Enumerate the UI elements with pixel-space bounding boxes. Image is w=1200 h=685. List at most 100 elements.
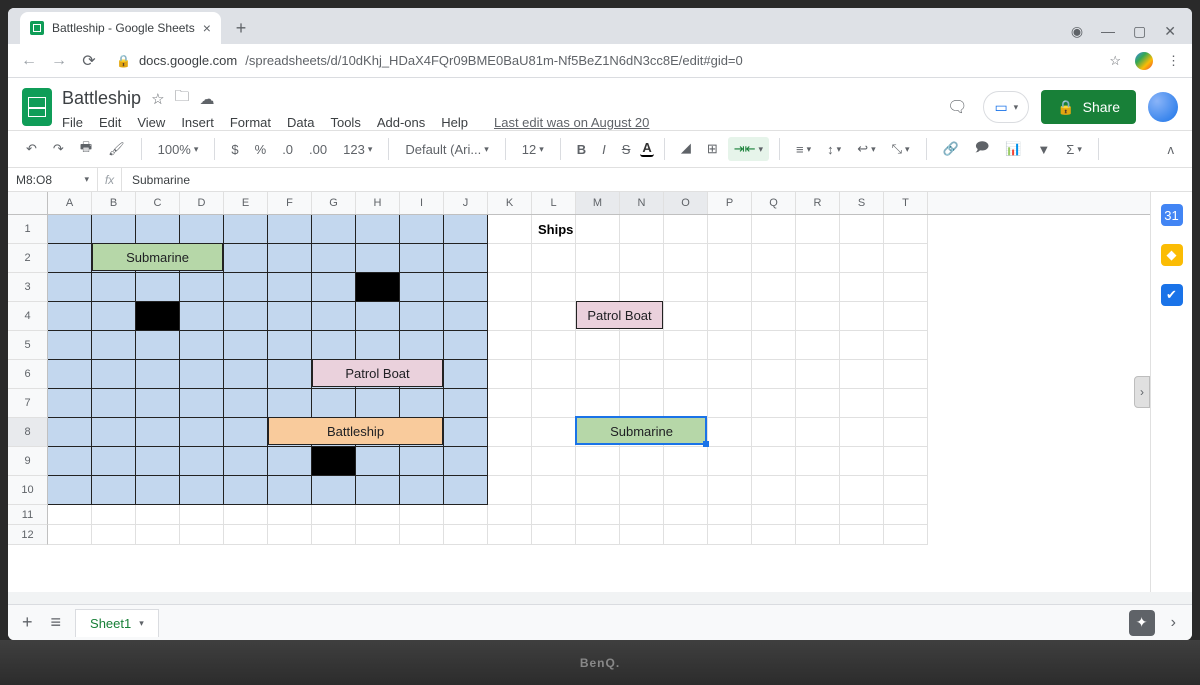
ship-battleship-board[interactable]: Battleship	[268, 417, 443, 445]
cell[interactable]	[92, 302, 136, 331]
cell[interactable]	[620, 525, 664, 545]
cell[interactable]	[752, 389, 796, 418]
cell[interactable]	[92, 447, 136, 476]
select-all-cell[interactable]	[8, 192, 48, 214]
cell[interactable]	[48, 447, 92, 476]
close-window-button[interactable]: ✕	[1164, 23, 1176, 40]
cell[interactable]	[752, 360, 796, 389]
cell[interactable]	[708, 215, 752, 244]
cell[interactable]	[488, 447, 532, 476]
cell[interactable]	[576, 447, 620, 476]
column-header[interactable]: P	[708, 192, 752, 214]
cell[interactable]	[444, 447, 488, 476]
cell[interactable]	[884, 418, 928, 447]
cell[interactable]	[884, 525, 928, 545]
cell[interactable]	[488, 418, 532, 447]
sheets-logo-icon[interactable]	[22, 88, 52, 126]
cell[interactable]	[664, 525, 708, 545]
cell[interactable]	[180, 215, 224, 244]
cell[interactable]	[664, 389, 708, 418]
side-panel-toggle-icon[interactable]: ›	[1165, 608, 1182, 638]
cell[interactable]	[92, 273, 136, 302]
cell[interactable]	[488, 505, 532, 525]
star-icon[interactable]: ☆	[151, 90, 164, 108]
cell[interactable]	[708, 476, 752, 505]
column-header[interactable]: D	[180, 192, 224, 214]
italic-button[interactable]: I	[596, 138, 612, 161]
cell[interactable]	[444, 302, 488, 331]
account-avatar[interactable]	[1148, 92, 1178, 122]
row-header[interactable]: 11	[8, 505, 48, 525]
cell[interactable]	[796, 244, 840, 273]
cell[interactable]	[576, 476, 620, 505]
column-header[interactable]: K	[488, 192, 532, 214]
cell[interactable]	[576, 360, 620, 389]
cell[interactable]	[796, 505, 840, 525]
cell[interactable]	[884, 331, 928, 360]
menu-item[interactable]: Help	[441, 115, 468, 130]
bookmark-icon[interactable]: ☆	[1109, 53, 1121, 69]
cell[interactable]	[92, 418, 136, 447]
cell[interactable]	[840, 476, 884, 505]
cell[interactable]	[884, 447, 928, 476]
cell[interactable]	[444, 215, 488, 244]
menu-item[interactable]: View	[137, 115, 165, 130]
cell[interactable]	[708, 389, 752, 418]
column-header[interactable]: L	[532, 192, 576, 214]
cell[interactable]	[796, 273, 840, 302]
decrease-decimal-button[interactable]: .0	[276, 138, 299, 161]
cell[interactable]	[488, 273, 532, 302]
cell[interactable]	[620, 273, 664, 302]
cell[interactable]	[840, 505, 884, 525]
cell[interactable]	[48, 505, 92, 525]
cell[interactable]	[532, 273, 576, 302]
cell[interactable]	[136, 389, 180, 418]
cell[interactable]	[312, 215, 356, 244]
column-header[interactable]: S	[840, 192, 884, 214]
cell[interactable]	[664, 360, 708, 389]
browser-menu-icon[interactable]: ⋮	[1167, 53, 1180, 69]
cell[interactable]	[312, 505, 356, 525]
cell[interactable]	[400, 525, 444, 545]
cell[interactable]	[796, 215, 840, 244]
cell[interactable]	[444, 525, 488, 545]
cell[interactable]	[48, 302, 92, 331]
cell[interactable]	[752, 244, 796, 273]
link-button[interactable]: 🔗	[937, 137, 965, 161]
cell[interactable]	[268, 215, 312, 244]
cell[interactable]	[664, 505, 708, 525]
print-button[interactable]: 🖶	[74, 134, 98, 164]
cell[interactable]	[224, 525, 268, 545]
cell[interactable]	[224, 389, 268, 418]
cell[interactable]	[620, 447, 664, 476]
cell[interactable]	[708, 447, 752, 476]
cell[interactable]	[224, 476, 268, 505]
cell[interactable]	[532, 418, 576, 447]
column-header[interactable]: O	[664, 192, 708, 214]
horizontal-scrollbar[interactable]	[8, 592, 1192, 604]
menu-item[interactable]: Format	[230, 115, 271, 130]
cell[interactable]	[488, 389, 532, 418]
row-header[interactable]: 6	[8, 360, 48, 389]
back-button[interactable]: ←	[20, 52, 38, 70]
cell[interactable]	[708, 525, 752, 545]
cell[interactable]	[796, 331, 840, 360]
cell[interactable]	[48, 331, 92, 360]
cell[interactable]	[400, 244, 444, 273]
cell[interactable]	[708, 302, 752, 331]
cell[interactable]	[356, 273, 400, 302]
maximize-button[interactable]: ▢	[1133, 23, 1146, 40]
cell[interactable]	[532, 360, 576, 389]
cell[interactable]	[136, 447, 180, 476]
cell[interactable]	[48, 244, 92, 273]
menu-item[interactable]: Tools	[330, 115, 360, 130]
cell[interactable]	[664, 215, 708, 244]
column-header[interactable]: H	[356, 192, 400, 214]
currency-button[interactable]: $	[225, 138, 244, 161]
cell[interactable]	[664, 302, 708, 331]
cell[interactable]	[180, 360, 224, 389]
cell[interactable]	[620, 505, 664, 525]
cell[interactable]	[268, 447, 312, 476]
row-header[interactable]: 10	[8, 476, 48, 505]
cell[interactable]	[576, 215, 620, 244]
